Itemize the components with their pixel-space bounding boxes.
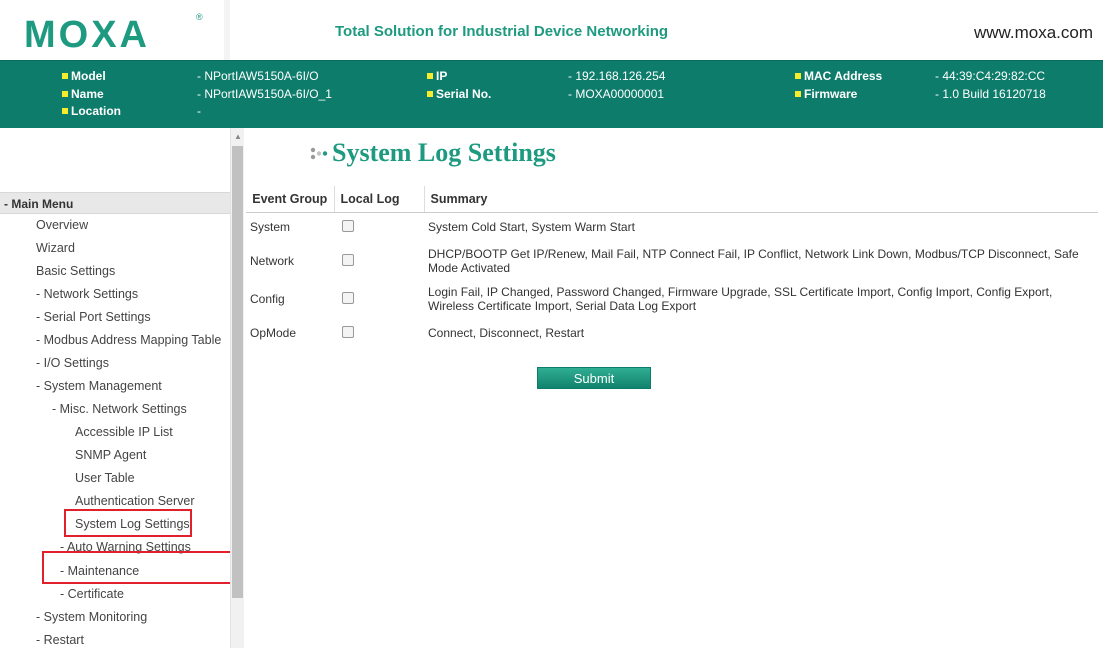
mac-value: - 44:39:C4:29:82:CC xyxy=(935,69,1046,83)
summary-cell: Login Fail, IP Changed, Password Changed… xyxy=(428,285,1053,313)
local-log-cell xyxy=(334,242,424,280)
name-value: - NPortIAW5150A-6I/O_1 xyxy=(197,87,332,101)
menu-item-serial-port-settings[interactable]: - Serial Port Settings xyxy=(36,310,151,324)
device-info-bar: Model - NPortIAW5150A-6I/O Name - NPortI… xyxy=(0,60,1103,128)
table-row: Network DHCP/BOOTP Get IP/Renew, Mail Fa… xyxy=(246,242,1098,280)
sidebar: - Main Menu Overview Wizard Basic Settin… xyxy=(0,128,244,648)
bullet-icon xyxy=(427,91,433,97)
banner-divider xyxy=(224,0,230,60)
menu-item-restart[interactable]: - Restart xyxy=(36,633,84,647)
location-key: Location xyxy=(62,104,121,118)
local-log-cell xyxy=(334,212,424,242)
model-key: Model xyxy=(62,69,106,83)
highlight-box-maintenance xyxy=(42,551,244,584)
firmware-value: - 1.0 Build 16120718 xyxy=(935,87,1046,101)
event-group-cell: System xyxy=(250,220,291,235)
highlight-box-system-log xyxy=(64,509,192,537)
table-row: System System Cold Start, System Warm St… xyxy=(246,212,1098,242)
submit-button[interactable]: Submit xyxy=(537,367,651,389)
menu-item-certificate[interactable]: - Certificate xyxy=(60,587,124,601)
scroll-up-icon[interactable]: ▲ xyxy=(234,132,242,141)
menu-item-accessible-ip[interactable]: Accessible IP List xyxy=(75,425,173,439)
summary-cell: System Cold Start, System Warm Start xyxy=(428,220,635,235)
bullet-icon xyxy=(62,108,68,114)
summary-cell: Connect, Disconnect, Restart xyxy=(428,326,585,340)
menu-item-basic-settings[interactable]: Basic Settings xyxy=(36,264,115,278)
header-summary: Summary xyxy=(423,186,1098,213)
serial-key: Serial No. xyxy=(427,87,491,101)
ip-key: IP xyxy=(427,69,447,83)
banner-tagline: Total Solution for Industrial Device Net… xyxy=(335,23,669,40)
bullet-icon xyxy=(62,91,68,97)
event-group-cell: Config xyxy=(250,292,285,306)
top-banner: MOXA ® Total Solution for Industrial Dev… xyxy=(0,0,1103,60)
menu-item-snmp-agent[interactable]: SNMP Agent xyxy=(75,448,146,462)
header-local-log: Local Log xyxy=(333,186,424,213)
menu-item-auth-server[interactable]: Authentication Server xyxy=(75,494,195,508)
location-value: - xyxy=(197,104,201,118)
menu-item-network-settings[interactable]: - Network Settings xyxy=(36,287,138,301)
summary-cell: DHCP/BOOTP Get IP/Renew, Mail Fail, NTP … xyxy=(428,247,1079,275)
menu-item-user-table[interactable]: User Table xyxy=(75,471,135,485)
ip-value: - 192.168.126.254 xyxy=(568,69,666,83)
local-log-checkbox-network[interactable] xyxy=(342,253,354,266)
scroll-thumb[interactable] xyxy=(232,146,243,598)
sidebar-scrollbar[interactable]: ▲ xyxy=(230,128,244,648)
website-link[interactable]: www.moxa.com xyxy=(974,23,1093,43)
menu-item-modbus-mapping[interactable]: - Modbus Address Mapping Table xyxy=(36,333,221,347)
event-group-cell: Network xyxy=(250,254,295,268)
local-log-cell xyxy=(334,318,424,348)
local-log-cell xyxy=(334,280,424,318)
page-title: System Log Settings xyxy=(332,138,556,167)
mac-key: MAC Address xyxy=(795,69,882,83)
menu-item-wizard[interactable]: Wizard xyxy=(36,241,75,255)
header-event-group: Event Group xyxy=(246,186,334,213)
local-log-checkbox-config[interactable] xyxy=(342,291,354,304)
menu-item-misc-network[interactable]: - Misc. Network Settings xyxy=(52,402,187,416)
bullet-icon xyxy=(795,73,801,79)
menu-item-system-monitoring[interactable]: - System Monitoring xyxy=(36,610,147,624)
name-key: Name xyxy=(62,87,104,101)
bullet-icon xyxy=(62,73,68,79)
menu-item-io-settings[interactable]: - I/O Settings xyxy=(36,356,109,370)
system-log-table: Event Group Local Log Summary System Sys… xyxy=(246,186,1098,348)
table-row: OpMode Connect, Disconnect, Restart xyxy=(246,318,1098,348)
model-value: - NPortIAW5150A-6I/O xyxy=(197,69,319,83)
bullet-icon xyxy=(427,73,433,79)
main-menu-header[interactable]: - Main Menu xyxy=(0,192,230,214)
menu-item-system-management[interactable]: - System Management xyxy=(36,379,162,393)
local-log-checkbox-opmode[interactable] xyxy=(342,325,354,338)
bullet-icon xyxy=(795,91,801,97)
menu-item-overview[interactable]: Overview xyxy=(36,218,88,232)
firmware-key: Firmware xyxy=(795,87,857,101)
registered-mark: ® xyxy=(196,12,203,22)
moxa-logo: MOXA xyxy=(24,14,150,56)
serial-value: - MOXA00000001 xyxy=(568,87,665,101)
table-row: Config Login Fail, IP Changed, Password … xyxy=(246,280,1098,318)
local-log-checkbox-system[interactable] xyxy=(342,219,354,232)
event-group-cell: OpMode xyxy=(250,326,297,340)
